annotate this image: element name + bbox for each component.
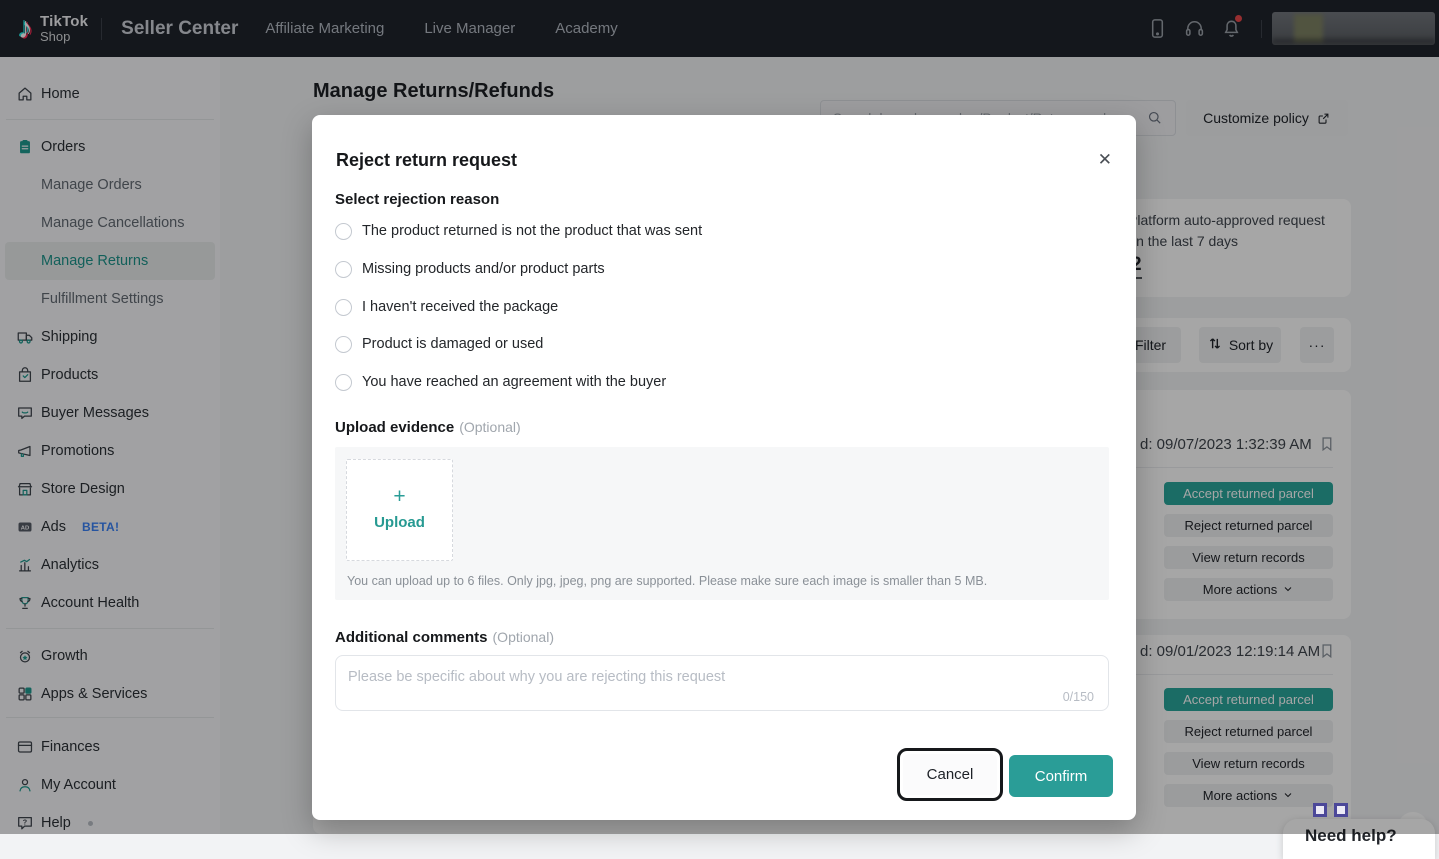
cancel-button[interactable]: Cancel [903,754,997,795]
reason-radio-agreement-with-buyer[interactable]: You have reached an agreement with the b… [335,372,666,392]
upload-label: Upload [347,514,452,531]
close-icon[interactable]: ✕ [1098,151,1112,168]
radio-label: I haven't received the package [362,299,558,315]
radio-button[interactable] [335,336,352,353]
upload-evidence-area: + Upload You can upload up to 6 files. O… [335,447,1109,600]
rejection-reason-section-label: Select rejection reason [335,191,499,209]
radio-label: Missing products and/or product parts [362,261,605,277]
radio-button[interactable] [335,223,352,240]
plus-icon: + [347,486,452,507]
radio-button[interactable] [335,299,352,316]
upload-hint-text: You can upload up to 6 files. Only jpg, … [347,574,987,588]
reason-radio-damaged-or-used[interactable]: Product is damaged or used [335,334,543,354]
radio-button[interactable] [335,261,352,278]
cancel-button-focus-ring: Cancel [897,748,1003,801]
radio-label: You have reached an agreement with the b… [362,374,666,390]
additional-comments-section-label: Additional comments(Optional) [335,629,554,647]
widget-squares-icon [1313,803,1348,817]
upload-button[interactable]: + Upload [346,459,453,561]
upload-evidence-section-label: Upload evidence(Optional) [335,419,521,437]
radio-button[interactable] [335,374,352,391]
confirm-button[interactable]: Confirm [1009,755,1113,797]
radio-label: Product is damaged or used [362,336,543,352]
reason-radio-package-not-received[interactable]: I haven't received the package [335,297,558,317]
comments-textarea[interactable] [336,656,1108,692]
character-counter: 0/150 [1063,690,1094,704]
reject-return-request-modal: Reject return request ✕ Select rejection… [312,115,1136,820]
modal-title: Reject return request [336,150,517,171]
reason-radio-wrong-product[interactable]: The product returned is not the product … [335,221,702,241]
reason-radio-missing-products[interactable]: Missing products and/or product parts [335,259,605,279]
comments-field-wrapper: 0/150 [335,655,1109,711]
radio-label: The product returned is not the product … [362,223,702,239]
